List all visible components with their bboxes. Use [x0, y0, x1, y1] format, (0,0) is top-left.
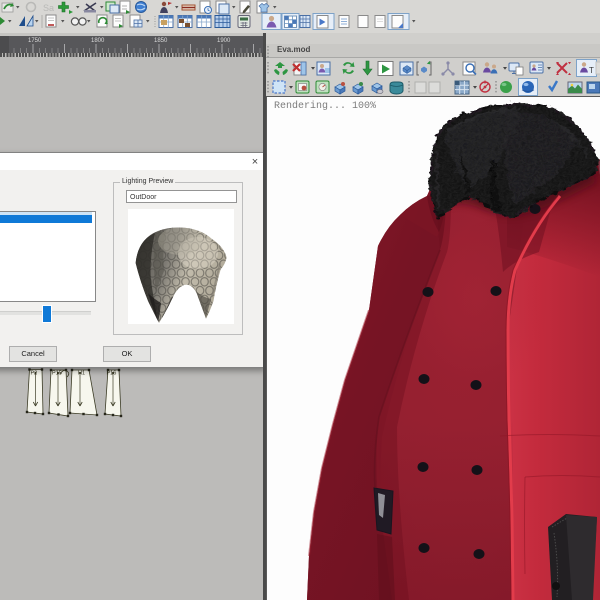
svg-text:P2: P2 [31, 371, 38, 377]
svg-text:Sa: Sa [43, 3, 54, 13]
svg-text:P16: P16 [107, 371, 117, 377]
svg-text:H1: H1 [78, 371, 85, 377]
svg-text:T: T [589, 66, 594, 75]
